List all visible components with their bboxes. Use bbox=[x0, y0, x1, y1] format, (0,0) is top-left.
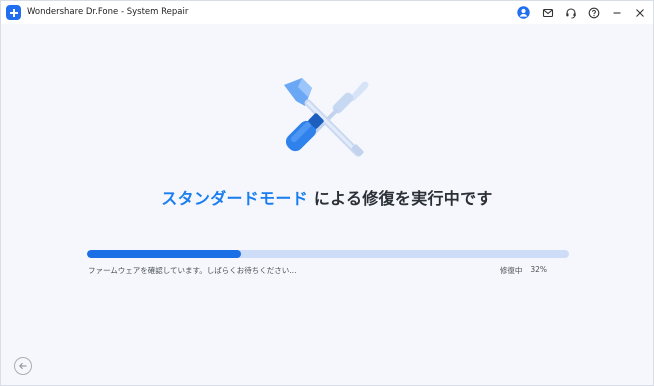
screwdriver-handle-icon bbox=[285, 113, 324, 152]
page-title: スタンダードモード による修復を実行中です bbox=[1, 185, 653, 209]
minimize-icon[interactable] bbox=[609, 5, 624, 20]
back-button[interactable] bbox=[14, 357, 32, 375]
progress-fill bbox=[87, 250, 242, 258]
progress-status: 修復中 32% bbox=[500, 265, 547, 276]
status-label: 修復中 bbox=[499, 266, 523, 275]
title-bar: Wondershare Dr.Fone - System Repair bbox=[1, 1, 653, 24]
arrow-left-icon bbox=[19, 362, 27, 370]
progress-percent: 32% bbox=[530, 265, 547, 274]
account-icon[interactable] bbox=[516, 5, 531, 20]
app-window: Wondershare Dr.Fone - System Repair スタンダ… bbox=[0, 0, 654, 386]
repair-tools-illustration bbox=[272, 75, 372, 165]
headset-icon[interactable] bbox=[563, 5, 578, 20]
title-text: による修復を実行中です bbox=[308, 189, 493, 208]
app-logo-icon bbox=[6, 5, 21, 20]
repair-progress-bar bbox=[87, 250, 569, 258]
help-icon[interactable] bbox=[586, 5, 601, 20]
mail-icon[interactable] bbox=[540, 5, 555, 20]
window-title: Wondershare Dr.Fone - System Repair bbox=[27, 7, 189, 17]
status-message: ファームウェアを確認しています。しばらくお待ちください... bbox=[88, 266, 297, 275]
close-icon[interactable] bbox=[632, 5, 647, 20]
mode-name: スタンダードモード bbox=[161, 189, 308, 208]
